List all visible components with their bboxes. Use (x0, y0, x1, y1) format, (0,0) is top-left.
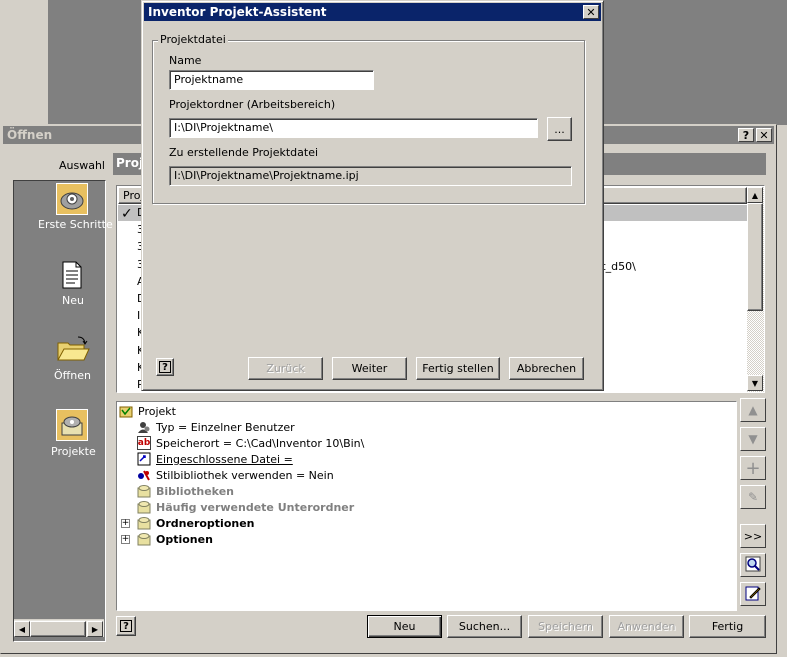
checkmark-icon: ✓ (121, 206, 133, 222)
more-button[interactable]: >> (740, 524, 766, 548)
scroll-left-button[interactable]: ◀ (14, 621, 30, 637)
expand-icon[interactable]: + (121, 534, 130, 544)
close-open-dialog-button[interactable]: ✕ (756, 128, 772, 142)
add-button[interactable]: + (740, 456, 766, 480)
project-properties-tree[interactable]: Projekt Typ = Einzelner Benutzer ab Spei… (116, 401, 737, 611)
arrow-up-icon: ▲ (748, 403, 758, 417)
tree-row-ordneroptionen[interactable]: + Ordneroptionen (121, 515, 255, 531)
browse-button[interactable]: ... (547, 117, 572, 141)
plus-icon: + (745, 457, 761, 479)
tree-row-haeufig[interactable]: Häufig verwendete Unterordner (137, 499, 354, 515)
wizard-title: Inventor Projekt-Assistent (148, 5, 327, 19)
group-label: Projektdatei (158, 33, 228, 46)
folder-label: Projektordner (Arbeitsbereich) (169, 98, 336, 111)
left-item-label: Neu (62, 294, 84, 307)
style-library-icon (137, 468, 151, 482)
move-up-button[interactable]: ▲ (740, 398, 766, 422)
wizard-titlebar: Inventor Projekt-Assistent (144, 3, 601, 21)
file-output: I:\DI\Projektname\Projektname.ipj (169, 166, 572, 186)
open-folder-icon (56, 335, 90, 363)
tree-row-eingeschlossene-datei[interactable]: Eingeschlossene Datei = (137, 451, 293, 467)
tree-row-stilbibliothek[interactable]: Stilbibliothek verwenden = Nein (137, 467, 334, 483)
scroll-up-button[interactable]: ▲ (747, 187, 763, 203)
list-row[interactable]: I (137, 309, 140, 322)
apply-button[interactable]: Anwenden (609, 615, 684, 638)
project-icon (119, 404, 133, 418)
vscroll-thumb[interactable] (747, 203, 763, 311)
close-wizard-button[interactable]: ✕ (583, 5, 599, 19)
arrow-down-icon: ▼ (748, 432, 758, 446)
magnifier-icon (745, 556, 761, 575)
open-dialog-title: Öffnen (7, 128, 53, 142)
cancel-button[interactable]: Abbrechen (509, 357, 584, 380)
close-icon: ✕ (586, 5, 596, 19)
left-item-label: Erste Schritte (38, 218, 113, 231)
left-panel-hscrollbar[interactable]: ◀ ▶ (14, 619, 104, 637)
name-label: Name (169, 54, 202, 67)
folder-stack-icon (137, 500, 151, 514)
left-item-oeffnen[interactable]: Öffnen (14, 331, 105, 401)
scroll-thumb[interactable] (30, 621, 86, 637)
tree-row-speicherort[interactable]: ab Speicherort = C:\Cad\Inventor 10\Bin\ (137, 435, 364, 451)
getting-started-icon (56, 183, 88, 215)
user-icon (137, 420, 151, 434)
next-button[interactable]: Weiter (332, 357, 407, 380)
left-panel: Erste Schritte Neu Öffnen Projekte (13, 180, 113, 642)
desktop-left (0, 0, 48, 125)
project-list-vscrollbar[interactable]: ▲ ▼ (747, 187, 764, 392)
tree-row-typ[interactable]: Typ = Einzelner Benutzer (137, 419, 295, 435)
left-item-neu[interactable]: Neu (14, 256, 105, 326)
tree-row-optionen[interactable]: + Optionen (121, 531, 213, 547)
text-field-icon: ab (137, 436, 151, 450)
folder-stack-icon (137, 532, 151, 546)
search-button[interactable]: Suchen... (447, 615, 522, 638)
left-item-erste-schritte[interactable]: Erste Schritte (14, 181, 113, 251)
folder-stack-icon (137, 484, 151, 498)
tree-row-projekt[interactable]: Projekt (119, 403, 176, 419)
name-input[interactable]: Projektname (169, 70, 374, 90)
projects-icon (56, 409, 88, 441)
left-item-projekte[interactable]: Projekte (14, 407, 105, 477)
save-button[interactable]: Speichern (528, 615, 603, 638)
finish-button[interactable]: Fertig stellen (416, 357, 500, 380)
tree-row-bibliotheken[interactable]: Bibliotheken (137, 483, 234, 499)
help-button[interactable]: ? (116, 616, 136, 636)
expand-icon[interactable]: + (121, 518, 130, 528)
file-label: Zu erstellende Projektdatei (169, 146, 319, 159)
new-button[interactable]: Neu (367, 615, 442, 638)
search-button-side[interactable] (740, 553, 766, 577)
pencil-icon: ✎ (747, 490, 759, 504)
help-title-button[interactable]: ? (738, 128, 754, 142)
auswahl-header: Auswahl (59, 159, 105, 172)
folder-input[interactable]: I:\DI\Projektname\ (169, 118, 538, 138)
scroll-right-button[interactable]: ▶ (87, 621, 103, 637)
left-item-label: Projekte (51, 445, 96, 458)
move-down-button[interactable]: ▼ (740, 427, 766, 451)
new-document-icon (61, 261, 83, 289)
folder-stack-icon (137, 516, 151, 530)
done-button[interactable]: Fertig (689, 615, 766, 638)
edit-file-button[interactable] (740, 582, 766, 606)
edit-document-icon (745, 585, 761, 604)
link-file-icon (137, 452, 151, 466)
back-button[interactable]: Zurück (248, 357, 323, 380)
project-wizard-dialog: Inventor Projekt-Assistent ✕ Projektdate… (141, 0, 604, 391)
left-item-label: Öffnen (54, 369, 91, 382)
edit-button[interactable]: ✎ (740, 485, 766, 509)
wizard-help-button[interactable]: ? (156, 358, 174, 376)
scroll-down-button[interactable]: ▼ (747, 375, 763, 391)
